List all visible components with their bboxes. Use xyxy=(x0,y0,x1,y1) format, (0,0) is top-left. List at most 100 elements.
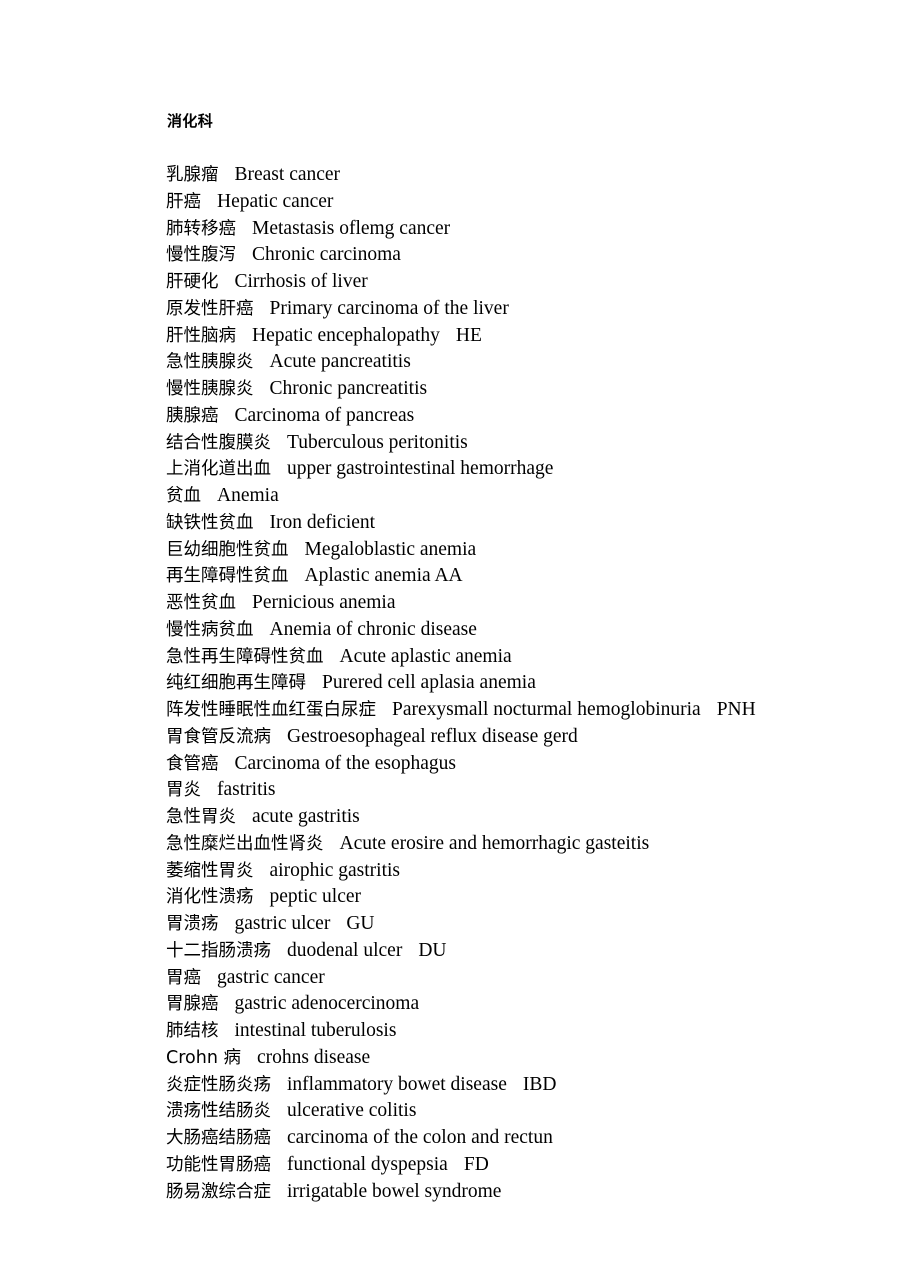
term-english: Cirrhosis of liver xyxy=(234,271,368,292)
term-chinese: 肝硬化 xyxy=(166,272,219,292)
term-english: crohns disease xyxy=(256,1046,371,1068)
term-abbreviation: PNH xyxy=(716,699,756,720)
term-english: Anemia of chronic disease xyxy=(269,618,477,640)
page-title: 消化科 xyxy=(167,113,214,130)
list-item: 胃食管反流病 Gestroesophageal reflux disease ge… xyxy=(166,724,866,751)
term-chinese: 贫血 xyxy=(166,486,201,506)
term-chinese: 慢性胰腺炎 xyxy=(166,379,254,399)
term-english: irrigatable bowel syndrome xyxy=(287,1180,502,1202)
term-english: functional dyspepsia xyxy=(287,1153,448,1175)
list-item: 大肠癌结肠癌 carcinoma of the colon and rectun xyxy=(166,1125,866,1152)
list-item: 乳腺瘤 Breast cancer xyxy=(166,162,866,189)
term-chinese: 急性糜烂出血性肾炎 xyxy=(166,833,324,854)
term-english: duodenal ulcer xyxy=(287,939,403,961)
list-item: 炎症性肠炎疡 inflammatory bowet disease IBD xyxy=(166,1072,866,1099)
list-item: 急性再生障碍性贫血 Acute aplastic anemia xyxy=(166,644,866,671)
term-chinese: 急性胃炎 xyxy=(166,807,236,827)
term-chinese: 大肠癌结肠癌 xyxy=(166,1128,271,1148)
document-page: 消化科 乳腺瘤 Breast cancer 肝癌 Hepatic cancer 肺转移癌… xyxy=(0,0,920,1277)
term-abbreviation: IBD xyxy=(522,1073,557,1095)
list-item: 肝性脑病 Hepatic encephalopathy HE xyxy=(166,323,866,350)
term-english: Carcinoma of the esophagus xyxy=(234,752,456,774)
term-english: Tuberculous peritonitis xyxy=(287,431,468,453)
list-item: 溃疡性结肠炎 ulcerative colitis xyxy=(166,1098,866,1125)
list-item: 纯红细胞再生障碍 Purered cell aplasia anemia xyxy=(166,670,866,697)
term-chinese: 十二指肠溃疡 xyxy=(166,940,271,961)
list-item: 恶性贫血 Pernicious anemia xyxy=(166,590,866,617)
list-item: 急性胰腺炎 Acute pancreatitis xyxy=(166,349,866,376)
term-chinese: 再生障碍性贫血 xyxy=(166,566,289,587)
list-item: 胃癌 gastric cancer xyxy=(166,965,866,992)
term-chinese: 阵发性睡眠性血红蛋白尿症 xyxy=(166,700,376,720)
list-item: 食管癌 Carcinoma of the esophagus xyxy=(166,751,866,778)
term-english: gastric ulcer xyxy=(234,913,331,934)
term-abbreviation: DU xyxy=(418,939,447,961)
term-chinese: 肺结核 xyxy=(166,1021,219,1041)
list-item: 肺转移癌 Metastasis oflemg cancer xyxy=(166,216,866,243)
list-item: 肠易激综合症 irrigatable bowel syndrome xyxy=(166,1179,866,1206)
term-chinese: 胰腺癌 xyxy=(166,405,219,426)
term-chinese: 上消化道出血 xyxy=(166,459,271,480)
list-item: 肺结核 intestinal tuberulosis xyxy=(166,1018,866,1045)
term-chinese: 胃食管反流病 xyxy=(166,726,271,747)
list-item: 十二指肠溃疡 duodenal ulcer DU xyxy=(166,938,866,965)
term-english: Chronic pancreatitis xyxy=(269,378,428,399)
term-english: Hepatic cancer xyxy=(217,190,334,212)
term-chinese: 乳腺瘤 xyxy=(166,165,219,185)
term-chinese: 结合性腹膜炎 xyxy=(166,432,271,453)
term-abbreviation: GU xyxy=(346,913,375,934)
title-spacer xyxy=(166,132,866,162)
list-item: 胃腺癌 gastric adenocercinoma xyxy=(166,991,866,1018)
term-chinese: 胃癌 xyxy=(166,967,201,988)
list-item: 缺铁性贫血 Iron deficient xyxy=(166,510,866,537)
term-abbreviation: HE xyxy=(455,324,482,346)
term-english: airophic gastritis xyxy=(269,859,401,881)
list-item: 急性胃炎 acute gastritis xyxy=(166,804,866,831)
list-item: 肝硬化 Cirrhosis of liver xyxy=(166,269,866,296)
term-english: fastritis xyxy=(217,779,276,801)
list-item: 巨幼细胞性贫血 Megaloblastic anemia xyxy=(166,537,866,564)
term-english: ulcerative colitis xyxy=(287,1100,417,1122)
list-item: 慢性胰腺炎 Chronic pancreatitis xyxy=(166,376,866,403)
term-chinese: 炎症性肠炎疡 xyxy=(166,1074,271,1095)
list-item: 胃炎 fastritis xyxy=(166,777,866,804)
term-english: Metastasis oflemg cancer xyxy=(252,217,451,239)
term-english: Megaloblastic anemia xyxy=(304,538,477,560)
term-chinese: 胃炎 xyxy=(166,780,201,801)
term-chinese: 纯红细胞再生障碍 xyxy=(166,673,306,694)
term-chinese: 胃溃疡 xyxy=(166,914,219,934)
term-chinese: 溃疡性结肠炎 xyxy=(166,1101,271,1122)
list-item: Crohn 病 crohns disease xyxy=(166,1045,866,1072)
term-english: Breast cancer xyxy=(234,164,341,185)
list-item: 胃溃疡 gastric ulcer GU xyxy=(166,911,866,938)
list-item: 再生障碍性贫血 Aplastic anemia AA xyxy=(166,563,866,590)
list-item: 萎缩性胃炎 airophic gastritis xyxy=(166,858,866,885)
term-english: Purered cell aplasia anemia xyxy=(322,672,536,694)
term-english: Acute pancreatitis xyxy=(269,351,411,373)
list-item: 胰腺癌 Carcinoma of pancreas xyxy=(166,403,866,430)
term-english: Aplastic anemia AA xyxy=(304,565,463,587)
term-english: gastric cancer xyxy=(217,966,325,988)
term-chinese: 功能性胃肠癌 xyxy=(166,1154,271,1175)
term-english: Acute erosire and hemorrhagic gasteitis xyxy=(339,832,650,854)
term-english: Carcinoma of pancreas xyxy=(234,404,415,426)
term-english: acute gastritis xyxy=(252,806,360,827)
term-english: gastric adenocercinoma xyxy=(234,993,420,1015)
list-item: 慢性腹泻 Chronic carcinoma xyxy=(166,242,866,269)
term-english: Anemia xyxy=(217,485,279,506)
list-item: 肝癌 Hepatic cancer xyxy=(166,189,866,216)
term-english: Chronic carcinoma xyxy=(252,244,401,266)
list-item: 贫血 Anemia xyxy=(166,483,866,510)
term-chinese: 慢性病贫血 xyxy=(166,619,254,640)
term-english: carcinoma of the colon and rectun xyxy=(287,1127,553,1148)
list-item: 上消化道出血 upper gastrointestinal hemorrhage xyxy=(166,456,866,483)
list-item: 原发性肝癌 Primary carcinoma of the liver xyxy=(166,296,866,323)
term-list: 乳腺瘤 Breast cancer 肝癌 Hepatic cancer 肺转移癌 Meta… xyxy=(166,162,866,1205)
term-chinese: 原发性肝癌 xyxy=(166,298,254,319)
term-english: peptic ulcer xyxy=(269,886,362,908)
term-chinese: 肺转移癌 xyxy=(166,218,236,239)
term-abbreviation: FD xyxy=(463,1153,489,1175)
term-english: Gestroesophageal reflux disease gerd xyxy=(287,725,578,747)
term-chinese: 缺铁性贫血 xyxy=(166,512,254,533)
term-english: Primary carcinoma of the liver xyxy=(269,297,509,319)
